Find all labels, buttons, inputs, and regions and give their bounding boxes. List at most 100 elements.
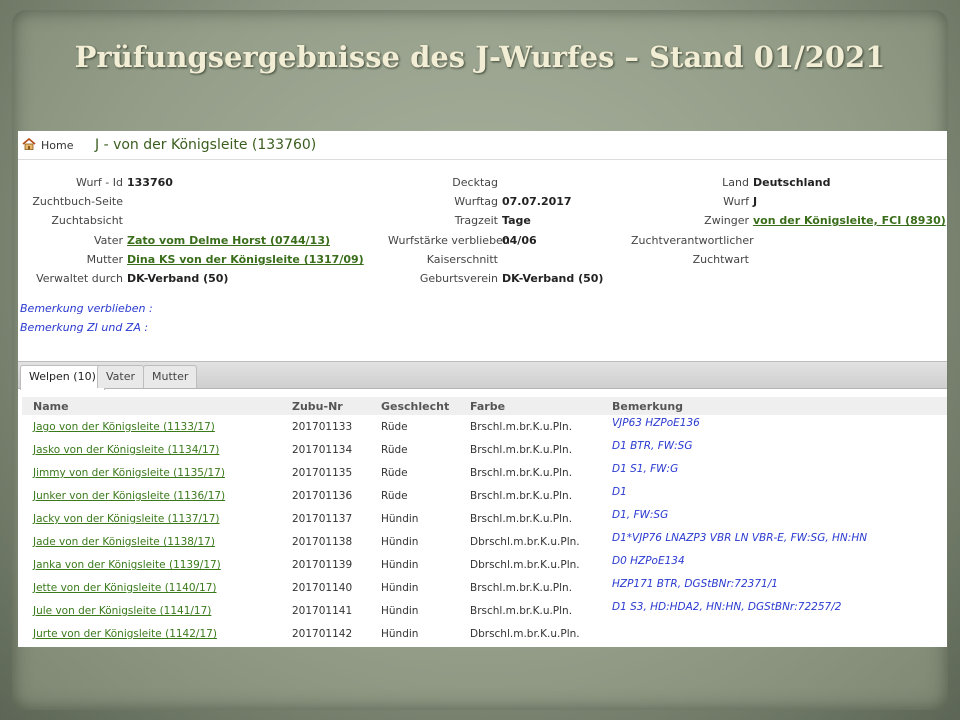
field-mutter: Mutter Dina KS von der Königsleite (1317/… [86,253,364,266]
vater-link[interactable]: Zato vom Delme Horst (0744/13) [127,234,330,247]
field-wurfstaerke: Wurfstärke verblieben04/06 [388,234,537,247]
litter-detail-panel: Home J - von der Königsleite (133760) Wu… [18,131,947,647]
puppy-link[interactable]: Jurte von der Königsleite (1142/17) [33,628,217,640]
zubu-cell: 201701138 [292,536,353,548]
zubu-cell: 201701135 [292,467,353,479]
geschlecht-cell: Rüde [381,467,408,479]
field-kaiserschnitt: Kaiserschnitt [426,253,498,266]
zubu-cell: 201701139 [292,559,353,571]
geschlecht-cell: Hündin [381,559,419,571]
bemerkung-cell: D1, FW:SG [612,509,669,521]
field-zuchtbuch-seite: Zuchtbuch-Seite [32,195,123,208]
table-row: Jimmy von der Königsleite (1135/17) 20170… [22,461,947,484]
farbe-cell: Brschl.m.br.K.u.Pln. [470,605,573,617]
note-zi-za: Bemerkung ZI und ZA : [20,321,149,334]
bemerkung-cell: D1 S3, HD:HDA2, HN:HN, DGStBNr:72257/2 [612,601,842,613]
farbe-cell: Dbrschl.m.br.K.u.Pln. [470,628,580,640]
slide-title: Prüfungsergebnisse des J-Wurfes – Stand … [74,40,886,74]
geschlecht-cell: Hündin [381,513,419,525]
puppy-link[interactable]: Jago von der Königsleite (1133/17) [33,421,215,433]
notes: Bemerkung verblieben : Bemerkung ZI und … [20,302,153,340]
field-vater: Vater Zato vom Delme Horst (0744/13) [93,234,330,247]
field-zuchtverantwortlicher: Zuchtverantwortlicher [631,234,754,247]
bemerkung-cell: HZP171 BTR, DGStBNr:72371/1 [612,578,778,590]
puppy-link[interactable]: Jimmy von der Königsleite (1135/17) [33,467,225,479]
bemerkung-cell: D1 BTR, FW:SG [612,440,693,452]
geschlecht-cell: Rüde [381,444,408,456]
zubu-cell: 201701133 [292,421,353,433]
col-header-bemerkung[interactable]: Bemerkung [612,400,683,413]
farbe-cell: Dbrschl.m.br.K.u.Pln. [470,536,580,548]
table-row: Janka von der Königsleite (1139/17) 20170… [22,553,947,576]
field-verwaltet: Verwaltet durch DK-Verband (50) [36,272,229,285]
bemerkung-cell: VJP63 HZPoE136 [612,417,700,429]
farbe-cell: Dbrschl.m.br.K.u.Pln. [470,559,580,571]
puppy-link[interactable]: Jacky von der Königsleite (1137/17) [33,513,220,525]
zubu-cell: 201701136 [292,490,353,502]
col-header-name[interactable]: Name [33,400,69,413]
field-land: Land Deutschland [722,176,831,189]
field-zuchtwart: Zuchtwart [692,253,749,266]
zubu-cell: 201701142 [292,628,353,640]
field-wurftag: Wurftag 07.07.2017 [454,195,572,208]
table-row: Jasko von der Königsleite (1134/17) 20170… [22,438,947,461]
zubu-cell: 201701134 [292,444,353,456]
bemerkung-cell: D1 [612,486,627,498]
farbe-cell: Brschl.m.br.K.u.Pln. [470,582,573,594]
zwinger-link[interactable]: von der Königsleite, FCI (8930) [753,214,946,227]
geschlecht-cell: Hündin [381,628,419,640]
field-tragzeit: Tragzeit Tage [454,214,531,227]
puppy-link[interactable]: Junker von der Königsleite (1136/17) [33,490,225,502]
table-header: Name Zubu-Nr Geschlecht Farbe Bemerkung [22,397,947,415]
field-wurf: Wurf J [723,195,758,208]
zubu-cell: 201701140 [292,582,353,594]
puppy-link[interactable]: Jade von der Königsleite (1138/17) [33,536,215,548]
col-header-geschlecht[interactable]: Geschlecht [381,400,449,413]
table-row: Jago von der Königsleite (1133/17) 201701… [22,415,947,438]
field-zwinger: Zwinger von der Königsleite, FCI (8930) [704,214,946,227]
puppy-link[interactable]: Jasko von der Königsleite (1134/17) [33,444,219,456]
litter-info: Wurf - Id 133760 Zuchtbuch-Seite Zuchtabs… [18,160,947,320]
breadcrumb: Home J - von der Königsleite (133760) [18,131,947,160]
farbe-cell: Brschl.m.br.K.u.Pln. [470,490,573,502]
farbe-cell: Brschl.m.br.K.u.Pln. [470,467,573,479]
puppies-table: Jago von der Königsleite (1133/17) 201701… [22,415,947,645]
field-zuchtabsicht: Zuchtabsicht [51,214,123,227]
bemerkung-cell: D1*VJP76 LNAZP3 VBR LN VBR-E, FW:SG, HN:… [612,532,868,544]
table-row: Jule von der Königsleite (1141/17) 201701… [22,599,947,622]
table-row: Jurte von der Königsleite (1142/17) 20170… [22,622,947,645]
tab-mutter[interactable]: Mutter [143,365,198,388]
geschlecht-cell: Rüde [381,490,408,502]
col-header-zubu[interactable]: Zubu-Nr [292,400,343,413]
table-row: Jacky von der Königsleite (1137/17) 20170… [22,507,947,530]
table-row: Jade von der Königsleite (1138/17) 201701… [22,530,947,553]
table-row: Jette von der Königsleite (1140/17) 20170… [22,576,947,599]
tab-welpen[interactable]: Welpen (10) [20,365,105,390]
mutter-link[interactable]: Dina KS von der Königsleite (1317/09) [127,253,364,266]
farbe-cell: Brschl.m.br.K.u.Pln. [470,513,573,525]
farbe-cell: Brschl.m.br.K.u.Pln. [470,421,573,433]
puppy-link[interactable]: Janka von der Königsleite (1139/17) [33,559,221,571]
field-decktag: Decktag [452,176,498,189]
farbe-cell: Brschl.m.br.K.u.Pln. [470,444,573,456]
puppy-link[interactable]: Jette von der Königsleite (1140/17) [33,582,217,594]
page-title: J - von der Königsleite (133760) [95,137,317,153]
puppy-link[interactable]: Jule von der Königsleite (1141/17) [33,605,211,617]
tab-vater[interactable]: Vater [97,365,145,388]
col-header-farbe[interactable]: Farbe [470,400,505,413]
bemerkung-cell: D0 HZPoE134 [612,555,685,567]
field-wurf-id: Wurf - Id 133760 [75,176,173,189]
geschlecht-cell: Hündin [381,582,419,594]
geschlecht-cell: Hündin [381,605,419,617]
geschlecht-cell: Rüde [381,421,408,433]
zubu-cell: 201701137 [292,513,353,525]
note-verblieben: Bemerkung verblieben : [20,302,153,315]
field-geburtsverein: Geburtsverein DK-Verband (50) [419,272,604,285]
home-icon[interactable] [22,138,36,150]
zubu-cell: 201701141 [292,605,353,617]
home-link[interactable]: Home [41,139,73,152]
tab-bar: Welpen (10) Vater Mutter [18,361,947,390]
geschlecht-cell: Hündin [381,536,419,548]
table-row: Junker von der Königsleite (1136/17) 2017… [22,484,947,507]
bemerkung-cell: D1 S1, FW:G [612,463,679,475]
